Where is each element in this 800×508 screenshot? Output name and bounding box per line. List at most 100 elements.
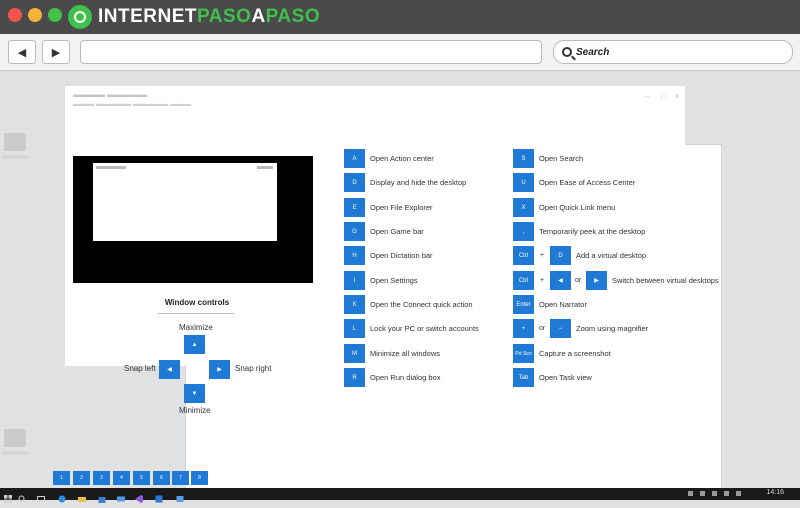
desktop-area: ▬▬▬▬ ▬▬▬▬▬ ▬▬▬ ▬▬▬▬▬ ▬▬▬▬▬ ▬▬▬ – □ × Win… bbox=[0, 71, 800, 490]
key-comma: , bbox=[513, 222, 534, 241]
logo-icon bbox=[68, 5, 92, 29]
desktop-preview bbox=[73, 156, 313, 283]
divider bbox=[158, 313, 234, 314]
window-controls-title: Window controls bbox=[164, 298, 230, 307]
number-key: 6 bbox=[153, 471, 170, 485]
browser-title-bar: INTERNETPASOAPASO bbox=[0, 0, 800, 34]
number-key: 7 bbox=[172, 471, 189, 485]
key-d: D bbox=[344, 173, 365, 192]
key-x: X bbox=[513, 198, 534, 217]
or-operator: or bbox=[575, 277, 582, 284]
desktop-icon[interactable] bbox=[4, 133, 26, 151]
task-view-icon[interactable] bbox=[37, 490, 45, 502]
shortcut-label: Temporarily peek at the desktop bbox=[539, 227, 646, 236]
address-bar[interactable] bbox=[80, 40, 542, 64]
window-title-blur: ▬▬▬▬ ▬▬▬▬▬ bbox=[73, 90, 148, 99]
tray-icon[interactable] bbox=[700, 491, 705, 496]
shortcut-label: Capture a screenshot bbox=[539, 349, 611, 358]
key-tab: Tab bbox=[513, 368, 534, 387]
key-r: R bbox=[344, 368, 365, 387]
shortcut-label: Display and hide the desktop bbox=[370, 178, 467, 187]
logo-text: INTERNETPASOAPASO bbox=[98, 6, 321, 27]
shortcut-label: Open Task view bbox=[539, 373, 592, 382]
key-u: U bbox=[513, 173, 534, 192]
key-a: A bbox=[344, 149, 365, 168]
shortcut-label: Open Quick Link menu bbox=[539, 203, 616, 212]
shortcut-label: Lock your PC or switch accounts bbox=[370, 324, 479, 333]
key-ctrl: Ctrl bbox=[513, 246, 534, 265]
down-arrow-icon: ▼ bbox=[191, 390, 198, 397]
key-i: I bbox=[344, 271, 365, 290]
window-close-icon[interactable]: × bbox=[675, 92, 680, 101]
tray-icon[interactable] bbox=[688, 491, 693, 496]
minimize-label: Minimize bbox=[179, 406, 211, 415]
up-arrow-key: ▲ bbox=[184, 335, 205, 354]
key-g: G bbox=[344, 222, 365, 241]
search-icon bbox=[562, 47, 572, 57]
browser-toolbar: ◀ ▶ Search bbox=[0, 34, 800, 71]
window-maximize-icon[interactable]: □ bbox=[661, 92, 666, 101]
key-l: L bbox=[344, 319, 365, 338]
search-field[interactable]: Search bbox=[553, 40, 793, 64]
down-arrow-key: ▼ bbox=[184, 384, 205, 403]
shortcut-label: Open Run dialog box bbox=[370, 373, 441, 382]
key-ctrl: Ctrl bbox=[513, 271, 534, 290]
snap-left-label: Snap left bbox=[124, 364, 156, 373]
preview-window bbox=[93, 163, 277, 241]
key-minus: − bbox=[550, 319, 571, 338]
shortcut-label: Open Ease of Access Center bbox=[539, 178, 636, 187]
number-key: 2 bbox=[73, 471, 90, 485]
shortcut-label: Open Game bar bbox=[370, 227, 424, 236]
key-right-arrow: ▶ bbox=[586, 271, 607, 290]
site-logo: INTERNETPASOAPASO bbox=[68, 4, 320, 30]
shortcut-label: Open Settings bbox=[370, 276, 418, 285]
window-subtitle-blur: ▬▬▬ ▬▬▬▬▬ ▬▬▬▬▬ ▬▬▬ bbox=[73, 101, 191, 108]
desktop-icon[interactable] bbox=[4, 429, 26, 447]
desktop-icon-label bbox=[2, 155, 28, 159]
plus-operator: + bbox=[540, 252, 545, 259]
plus-operator: + bbox=[540, 277, 545, 284]
explorer-icon[interactable] bbox=[78, 490, 86, 502]
tray-icon[interactable] bbox=[724, 491, 729, 496]
shortcut-label: Open Action center bbox=[370, 154, 434, 163]
desktop-icon-label bbox=[2, 451, 28, 455]
search-placeholder: Search bbox=[576, 46, 610, 58]
store-icon[interactable] bbox=[98, 490, 106, 503]
number-key: 3 bbox=[93, 471, 110, 485]
key-m: M bbox=[344, 344, 365, 363]
close-window-button[interactable] bbox=[8, 8, 22, 22]
taskbar-clock[interactable]: 14:16 bbox=[766, 489, 784, 496]
search-icon[interactable] bbox=[18, 490, 27, 504]
tray-icon[interactable] bbox=[736, 491, 741, 496]
back-arrow-icon: ◀ bbox=[17, 46, 27, 59]
photos-icon[interactable] bbox=[176, 490, 184, 502]
zoom-window-button[interactable] bbox=[48, 8, 62, 22]
maximize-label: Maximize bbox=[179, 323, 213, 332]
key-enter: Enter bbox=[513, 295, 534, 314]
number-key: 1 bbox=[53, 471, 70, 485]
visual-studio-icon[interactable] bbox=[135, 490, 143, 503]
back-button[interactable]: ◀ bbox=[8, 40, 36, 64]
number-key: 5 bbox=[133, 471, 150, 485]
start-icon[interactable] bbox=[4, 490, 12, 503]
window-minimize-icon[interactable]: – bbox=[645, 92, 649, 101]
shortcut-label: Minimize all windows bbox=[370, 349, 441, 358]
number-key: 4 bbox=[113, 471, 130, 485]
edge-icon[interactable] bbox=[58, 490, 66, 503]
tray-icon[interactable] bbox=[712, 491, 717, 496]
key-h: H bbox=[344, 246, 365, 265]
shortcut-label: Open File Explorer bbox=[370, 203, 433, 212]
app-icon[interactable] bbox=[155, 490, 163, 503]
snap-right-label: Snap right bbox=[235, 364, 272, 373]
number-key: 8 bbox=[191, 471, 208, 485]
shortcut-label: Open the Connect quick action bbox=[370, 300, 473, 309]
right-arrow-key: ▶ bbox=[209, 360, 230, 379]
taskbar: 14:16 bbox=[0, 488, 800, 504]
mail-icon[interactable] bbox=[117, 490, 125, 502]
forward-button[interactable]: ▶ bbox=[42, 40, 70, 64]
key-prtscn: Prt Scn bbox=[513, 344, 534, 363]
key-left-arrow: ◀ bbox=[550, 271, 571, 290]
forward-arrow-icon: ▶ bbox=[51, 46, 61, 59]
minimize-window-button[interactable] bbox=[28, 8, 42, 22]
key-plus: + bbox=[513, 319, 534, 338]
